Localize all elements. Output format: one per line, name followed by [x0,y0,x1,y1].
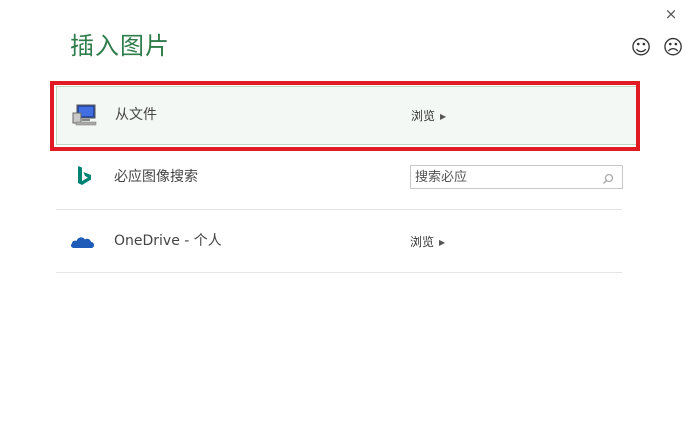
dialog-title: 插入图片 [70,32,170,60]
source-label-bing: 必应图像搜索 [114,169,198,185]
selection-highlight [50,81,640,151]
frown-feedback-button[interactable]: ☹ [662,36,684,58]
browse-label: 浏览 [410,235,435,249]
source-row-bing: 必应图像搜索 [56,147,623,210]
close-button[interactable]: × [664,6,678,22]
smile-feedback-button[interactable]: ☺ [630,36,652,58]
source-label-onedrive: OneDrive - 个人 [114,233,222,249]
caret-right-icon: ▶ [439,238,446,247]
bing-search-input[interactable] [411,166,595,189]
search-icon[interactable] [602,170,614,185]
browse-button-onedrive[interactable]: 浏览 ▶ [410,233,445,252]
onedrive-cloud-icon [70,229,96,253]
bing-search-box [410,165,623,189]
bing-icon [70,165,96,189]
source-row-onedrive[interactable]: OneDrive - 个人 浏览 ▶ [56,211,622,273]
